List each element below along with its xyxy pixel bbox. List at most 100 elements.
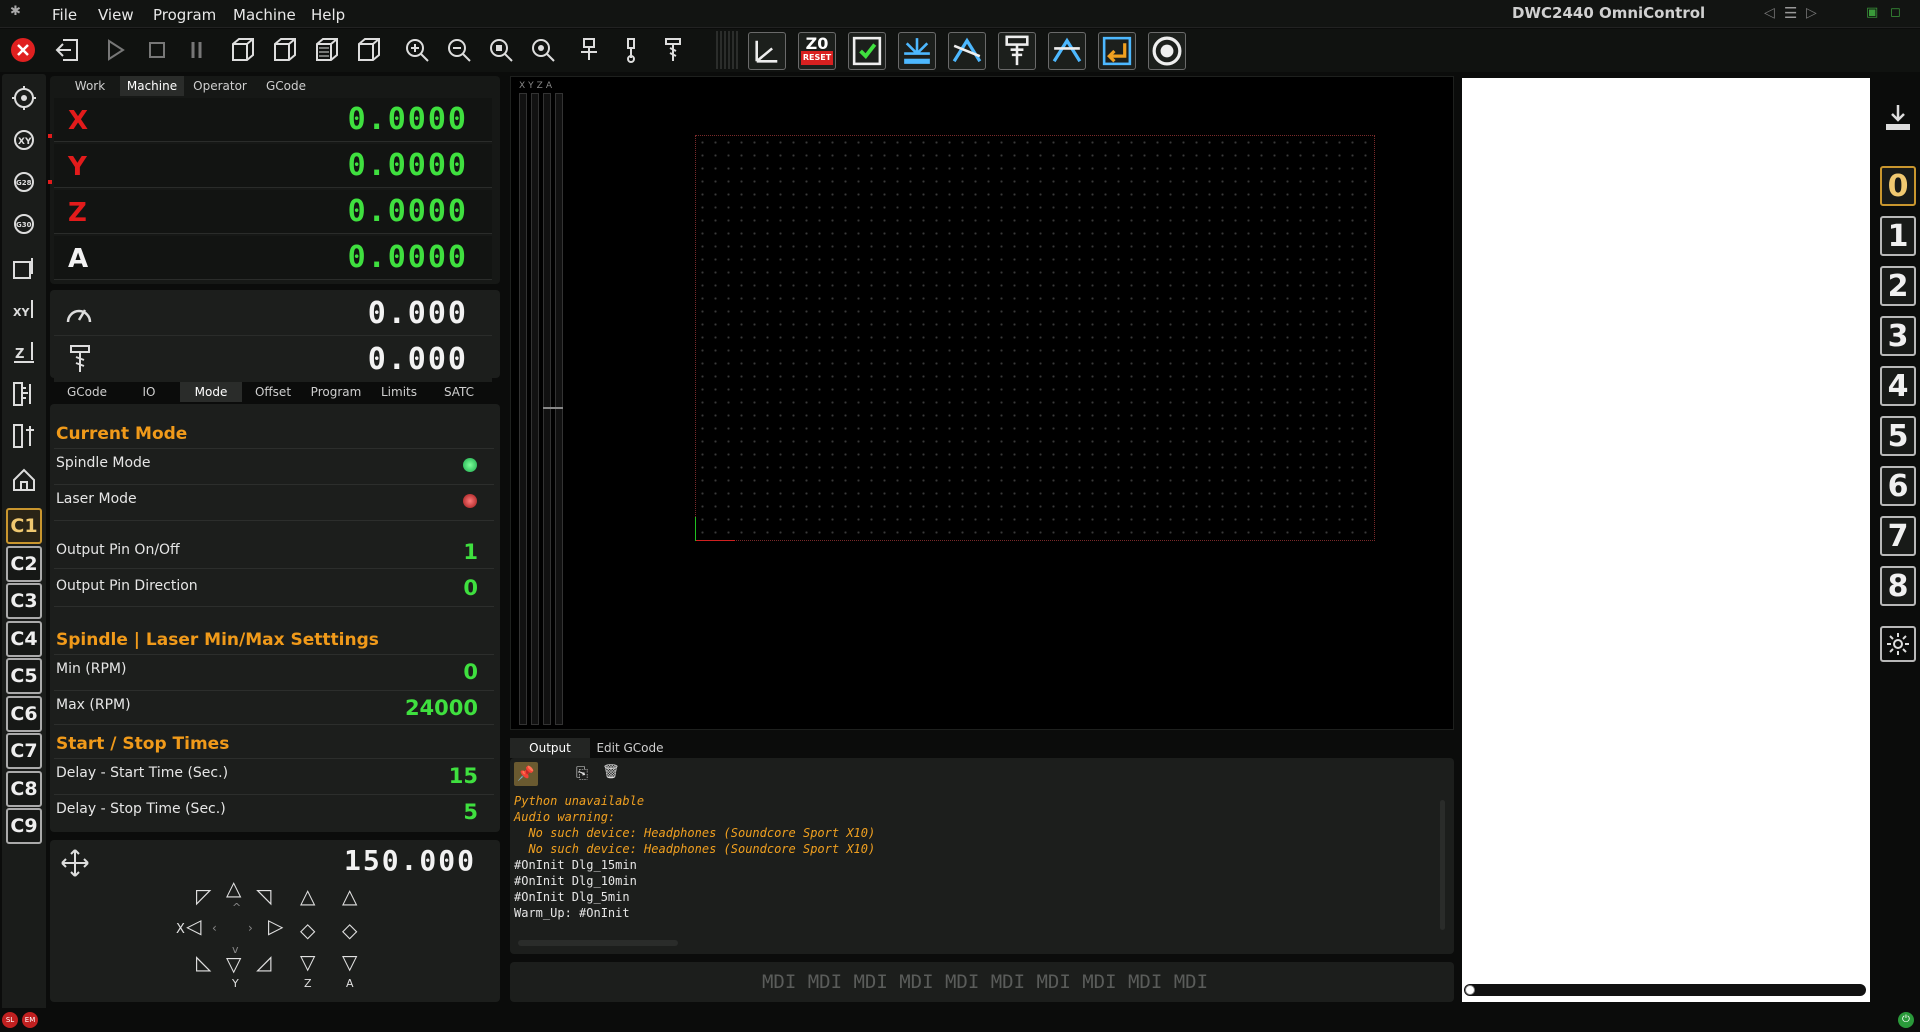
touch-off-button[interactable] [614, 33, 648, 67]
coord-axes-button[interactable] [748, 32, 786, 70]
touch-xyz-button[interactable]: XY [6, 292, 42, 328]
load-tool-button[interactable] [1880, 98, 1916, 138]
view-side-button[interactable] [352, 33, 386, 67]
restore-window-icon[interactable]: ▣ [1866, 5, 1878, 20]
menu-help[interactable]: Help [311, 6, 345, 24]
jog-a-step-icon[interactable]: ◇ [342, 920, 357, 940]
laser-button[interactable] [898, 32, 936, 70]
jog-z-minus-icon[interactable]: ▽ [300, 952, 315, 972]
min-rpm-value[interactable]: 0 [463, 660, 478, 684]
list-icon[interactable]: ☰ [1784, 4, 1797, 22]
tool-settings-button[interactable] [1880, 626, 1916, 662]
pause-button[interactable] [180, 33, 214, 67]
max-rpm-value[interactable]: 24000 [405, 696, 478, 720]
run-button[interactable] [98, 33, 132, 67]
tool-slot-button-3[interactable]: 3 [1880, 316, 1916, 356]
nav-forward-icon[interactable]: ▷ [1806, 5, 1817, 21]
dro-row-x[interactable]: X 0.0000 [54, 98, 492, 142]
tool-button[interactable] [656, 33, 690, 67]
probe-button[interactable] [572, 33, 606, 67]
custom-button-c1[interactable]: C1 [6, 508, 42, 544]
tool-slot-button-8[interactable]: 8 [1880, 566, 1916, 606]
dro-row-a[interactable]: A 0.0000 [54, 236, 492, 280]
preview-scrollbar[interactable] [1464, 984, 1866, 996]
tool-measure-button[interactable] [6, 376, 42, 412]
tab-settings-satc[interactable]: SATC [432, 382, 486, 402]
jog-y-plus-small-icon[interactable]: ^ [232, 898, 241, 918]
jog-x-minus-icon[interactable]: ◁ [186, 916, 201, 936]
custom-button-c8[interactable]: C8 [6, 770, 42, 807]
jog-x-plus-icon[interactable]: ▷ [268, 916, 283, 936]
custom-button-c7[interactable]: C7 [6, 733, 42, 769]
menu-program[interactable]: Program [153, 6, 216, 24]
goto-g30-button[interactable]: G30 [6, 206, 42, 242]
menu-view[interactable]: View [98, 6, 134, 24]
tool-slot-button-5[interactable]: 5 [1880, 416, 1916, 456]
tool-slot-button-1[interactable]: 1 [1880, 216, 1916, 256]
dro-axis-value[interactable]: 0.0000 [348, 148, 468, 183]
dro-axis-value[interactable]: 0.0000 [348, 102, 468, 137]
tab-output[interactable]: Output [510, 738, 590, 758]
custom-button-c3[interactable]: C3 [6, 583, 42, 619]
spindle-settings-button[interactable] [998, 32, 1036, 70]
jog-xy-plus-icon[interactable]: ◹ [256, 886, 271, 906]
zoom-extents-button[interactable] [526, 33, 560, 67]
output-pin-onoff-value[interactable]: 1 [463, 540, 478, 564]
touch-z-only-button[interactable]: Z [6, 334, 42, 370]
console-hscrollbar[interactable] [518, 940, 678, 946]
custom-button-c4[interactable]: C4 [6, 620, 42, 657]
zoom-fit-button[interactable] [484, 33, 518, 67]
tab-settings-limits[interactable]: Limits [372, 382, 426, 402]
exit-button[interactable] [50, 33, 84, 67]
dro-row-z[interactable]: Z 0.0000 [54, 190, 492, 234]
view-front-button[interactable] [268, 33, 302, 67]
pin-button[interactable]: 📌 [514, 762, 538, 786]
tab-operator[interactable]: Operator [184, 76, 256, 96]
copy-icon[interactable]: ⎘ [576, 764, 588, 782]
view-iso-button[interactable] [310, 33, 344, 67]
tool-slot-button-7[interactable]: 7 [1880, 516, 1916, 556]
custom-button-c9[interactable]: C9 [6, 808, 42, 844]
maximize-window-icon[interactable]: ◻ [1890, 5, 1901, 20]
tab-settings-io[interactable]: IO [124, 382, 174, 402]
jog-xy-down-left-icon[interactable]: ◺ [196, 952, 211, 972]
custom-button-c6[interactable]: C6 [6, 695, 42, 732]
jog-z-plus-icon[interactable]: △ [300, 886, 315, 906]
tool-slot-button-4[interactable]: 4 [1880, 366, 1916, 406]
spindle-mode-led[interactable] [463, 458, 477, 472]
status-badge-sl[interactable]: SL [2, 1012, 18, 1028]
status-badge-em[interactable]: EM [22, 1012, 38, 1028]
goto-xy-button[interactable]: XY [6, 122, 42, 158]
tab-settings-program[interactable]: Program [304, 382, 368, 402]
tool-slot-button-0[interactable]: 0 [1880, 166, 1916, 206]
jog-x-plus-small-icon[interactable]: › [248, 918, 253, 938]
tab-settings-offset[interactable]: Offset [246, 382, 300, 402]
tab-settings-gcode[interactable]: GCode [50, 382, 124, 402]
menu-machine[interactable]: Machine [233, 6, 296, 24]
start-delay-value[interactable]: 15 [449, 764, 478, 788]
emergency-stop-button[interactable] [6, 33, 40, 67]
tab-edit-gcode[interactable]: Edit GCode [590, 738, 670, 758]
jog-y-minus-icon[interactable]: ▽ [226, 954, 241, 974]
custom-button-c5[interactable]: C5 [6, 658, 42, 694]
z0-reset-button[interactable]: Z0 RESET [798, 32, 836, 70]
nav-back-icon[interactable]: ◁ [1764, 5, 1775, 21]
mdi-input[interactable] [510, 962, 1454, 1002]
sync-button[interactable] [1148, 32, 1186, 70]
console-vscrollbar[interactable] [1440, 800, 1445, 930]
path-alt-button[interactable] [1048, 32, 1086, 70]
zoom-in-button[interactable] [400, 33, 434, 67]
jog-step-value[interactable]: 150.000 [344, 844, 476, 877]
laser-mode-led[interactable] [463, 494, 477, 508]
jog-x-minus-small-icon[interactable]: ‹ [212, 918, 217, 938]
tool-slot-button-6[interactable]: 6 [1880, 466, 1916, 506]
clear-icon[interactable]: 🗑 [602, 764, 620, 780]
dro-axis-value[interactable]: 0.0000 [348, 240, 468, 275]
jog-a-plus-icon[interactable]: △ [342, 886, 357, 906]
jog-xy-down-right-icon[interactable]: ◿ [256, 952, 271, 972]
stop-button[interactable] [140, 33, 174, 67]
tab-gcode[interactable]: GCode [256, 76, 316, 96]
go-home-button[interactable] [1098, 32, 1136, 70]
cycle-check-button[interactable] [848, 32, 886, 70]
jog-y-plus-icon[interactable]: △ [226, 878, 241, 898]
